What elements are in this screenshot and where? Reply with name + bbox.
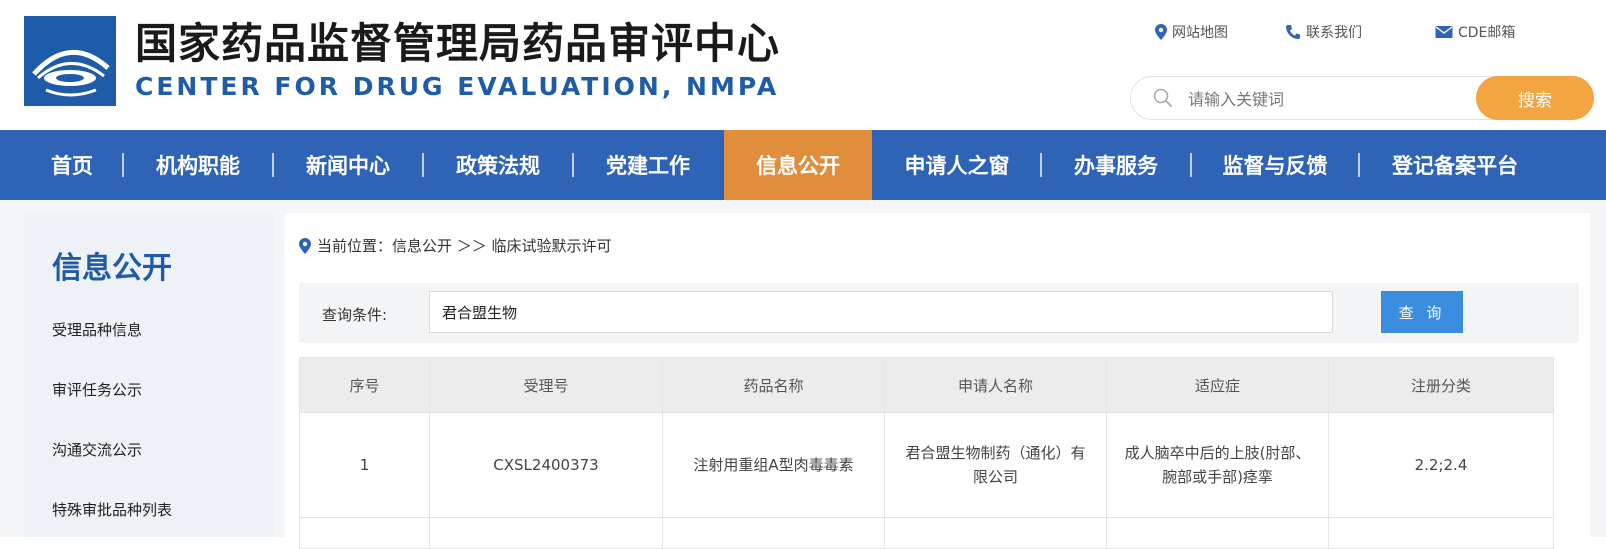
breadcrumb-prefix: 当前位置： xyxy=(317,237,393,255)
cell-indication: 成人脑卒中后的上肢(肘部、腕部或手部)痉挛 xyxy=(1106,412,1329,518)
query-label: 查询条件: xyxy=(322,306,388,324)
nav-item-news[interactable]: 新闻中心 xyxy=(274,130,422,200)
logo-emblem-icon xyxy=(24,16,116,106)
nav-item-applicant[interactable]: 申请人之窗 xyxy=(874,130,1040,200)
site-title-en: CENTER FOR DRUG EVALUATION, NMPA xyxy=(135,72,780,101)
col-header-drug-name: 药品名称 xyxy=(662,357,885,413)
col-header-acceptance-no: 受理号 xyxy=(429,357,663,413)
col-header-index: 序号 xyxy=(299,357,430,413)
breadcrumb: 当前位置： 信息公开 ＞＞ 临床试验默示许可 xyxy=(299,235,612,256)
phone-icon xyxy=(1286,25,1300,39)
cell-registration-class: 2.2;2.4 xyxy=(1328,412,1554,518)
sitemap-link-label: 网站地图 xyxy=(1172,25,1228,41)
cell-acceptance-no: CXSL2400373 xyxy=(429,412,663,518)
site-search: 搜索 xyxy=(1130,76,1594,120)
nav-item-home[interactable]: 首页 xyxy=(22,130,122,200)
search-button[interactable]: 搜索 xyxy=(1476,76,1594,120)
sidebar-item-accepted-varieties[interactable]: 受理品种信息 xyxy=(52,319,142,340)
cde-mail-link[interactable]: CDE邮箱 xyxy=(1435,22,1515,42)
sidebar-title: 信息公开 xyxy=(52,251,172,286)
search-input[interactable] xyxy=(1186,83,1460,115)
col-header-applicant: 申请人名称 xyxy=(884,357,1107,413)
nav-item-functions[interactable]: 机构职能 xyxy=(124,130,272,200)
search-icon xyxy=(1153,88,1173,108)
table-header-row: 序号 受理号 药品名称 申请人名称 适应症 注册分类 xyxy=(299,357,1554,413)
cell-applicant: 君合盟生物制药（通化）有限公司 xyxy=(884,412,1107,518)
query-bar: 查询条件: 查 询 xyxy=(299,283,1579,343)
sidebar-item-special-approval[interactable]: 特殊审批品种列表 xyxy=(52,499,172,520)
mail-icon xyxy=(1435,26,1453,38)
cde-logo[interactable] xyxy=(24,16,116,106)
cell-drug-name: 注射用重组A型肉毒毒素 xyxy=(662,412,885,518)
site-header: 国家药品监督管理局药品审评中心 CENTER FOR DRUG EVALUATI… xyxy=(0,0,1606,130)
location-pin-icon xyxy=(299,237,311,254)
sidebar-item-communication[interactable]: 沟通交流公示 xyxy=(52,439,142,460)
col-header-registration-class: 注册分类 xyxy=(1328,357,1554,413)
cell-index: 1 xyxy=(299,412,430,518)
contact-link-label: 联系我们 xyxy=(1306,25,1362,41)
site-title-cn: 国家药品监督管理局药品审评中心 xyxy=(135,19,781,68)
results-table: 序号 受理号 药品名称 申请人名称 适应症 注册分类 1 CXSL2400373… xyxy=(299,357,1554,549)
nav-item-info-public[interactable]: 信息公开 xyxy=(724,130,872,200)
sitemap-link[interactable]: 网站地图 xyxy=(1155,22,1228,42)
cde-mail-link-label: CDE邮箱 xyxy=(1458,25,1516,41)
nav-item-supervision[interactable]: 监督与反馈 xyxy=(1192,130,1358,200)
main-content: 当前位置： 信息公开 ＞＞ 临床试验默示许可 查询条件: 查 询 序号 受理号 … xyxy=(285,213,1590,549)
nav-item-services[interactable]: 办事服务 xyxy=(1042,130,1190,200)
nav-item-policies[interactable]: 政策法规 xyxy=(424,130,572,200)
main-nav: 首页 机构职能 新闻中心 政策法规 党建工作 信息公开 申请人之窗 办事服务 监督与反馈 登记备案… xyxy=(0,130,1606,200)
query-input[interactable] xyxy=(429,291,1333,333)
sidebar: 信息公开 受理品种信息 审评任务公示 沟通交流公示 特殊审批品种列表 xyxy=(24,213,274,537)
contact-link[interactable]: 联系我们 xyxy=(1285,22,1362,42)
table-row xyxy=(299,517,1554,549)
nav-item-registration[interactable]: 登记备案平台 xyxy=(1360,130,1550,200)
col-header-indication: 适应症 xyxy=(1106,357,1329,413)
sidebar-item-review-tasks[interactable]: 审评任务公示 xyxy=(52,379,142,400)
nav-item-party[interactable]: 党建工作 xyxy=(574,130,722,200)
location-pin-icon xyxy=(1155,24,1167,40)
breadcrumb-path[interactable]: 信息公开 ＞＞ 临床试验默示许可 xyxy=(392,235,612,256)
top-links: 网站地图 联系我们 CDE邮箱 xyxy=(1155,22,1575,46)
table-row[interactable]: 1 CXSL2400373 注射用重组A型肉毒毒素 君合盟生物制药（通化）有限公… xyxy=(299,412,1554,518)
query-button[interactable]: 查 询 xyxy=(1381,291,1463,333)
